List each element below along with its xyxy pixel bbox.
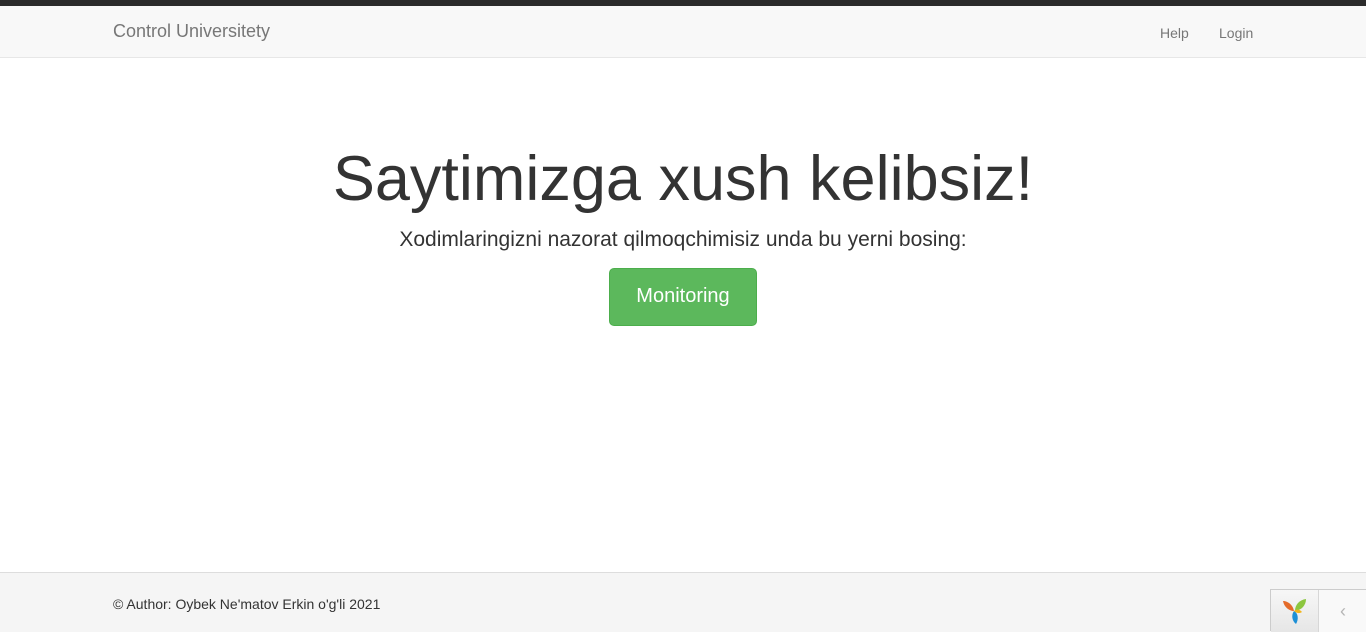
footer-author-text: © Author: Oybek Ne'matov Erkin o'g'li 20…	[113, 596, 381, 612]
chevron-left-icon[interactable]: ‹	[1319, 590, 1366, 632]
monitoring-button[interactable]: Monitoring	[609, 268, 757, 326]
footer: © Author: Oybek Ne'matov Erkin o'g'li 20…	[0, 572, 1366, 632]
nav-login-link[interactable]: Login	[1219, 23, 1253, 43]
nav-help-link[interactable]: Help	[1160, 23, 1189, 43]
yii-logo-icon[interactable]	[1271, 590, 1319, 632]
navbar: Control Universitety Help Login	[0, 6, 1366, 58]
page-title: Saytimizga xush kelibsiz!	[332, 144, 1034, 214]
debug-toolbar: ‹	[1270, 589, 1366, 632]
yii-logo-svg	[1283, 599, 1306, 624]
lead-text: Xodimlaringizni nazorat qilmoqchimisiz u…	[399, 228, 967, 251]
brand-link[interactable]: Control Universitety	[113, 21, 270, 41]
